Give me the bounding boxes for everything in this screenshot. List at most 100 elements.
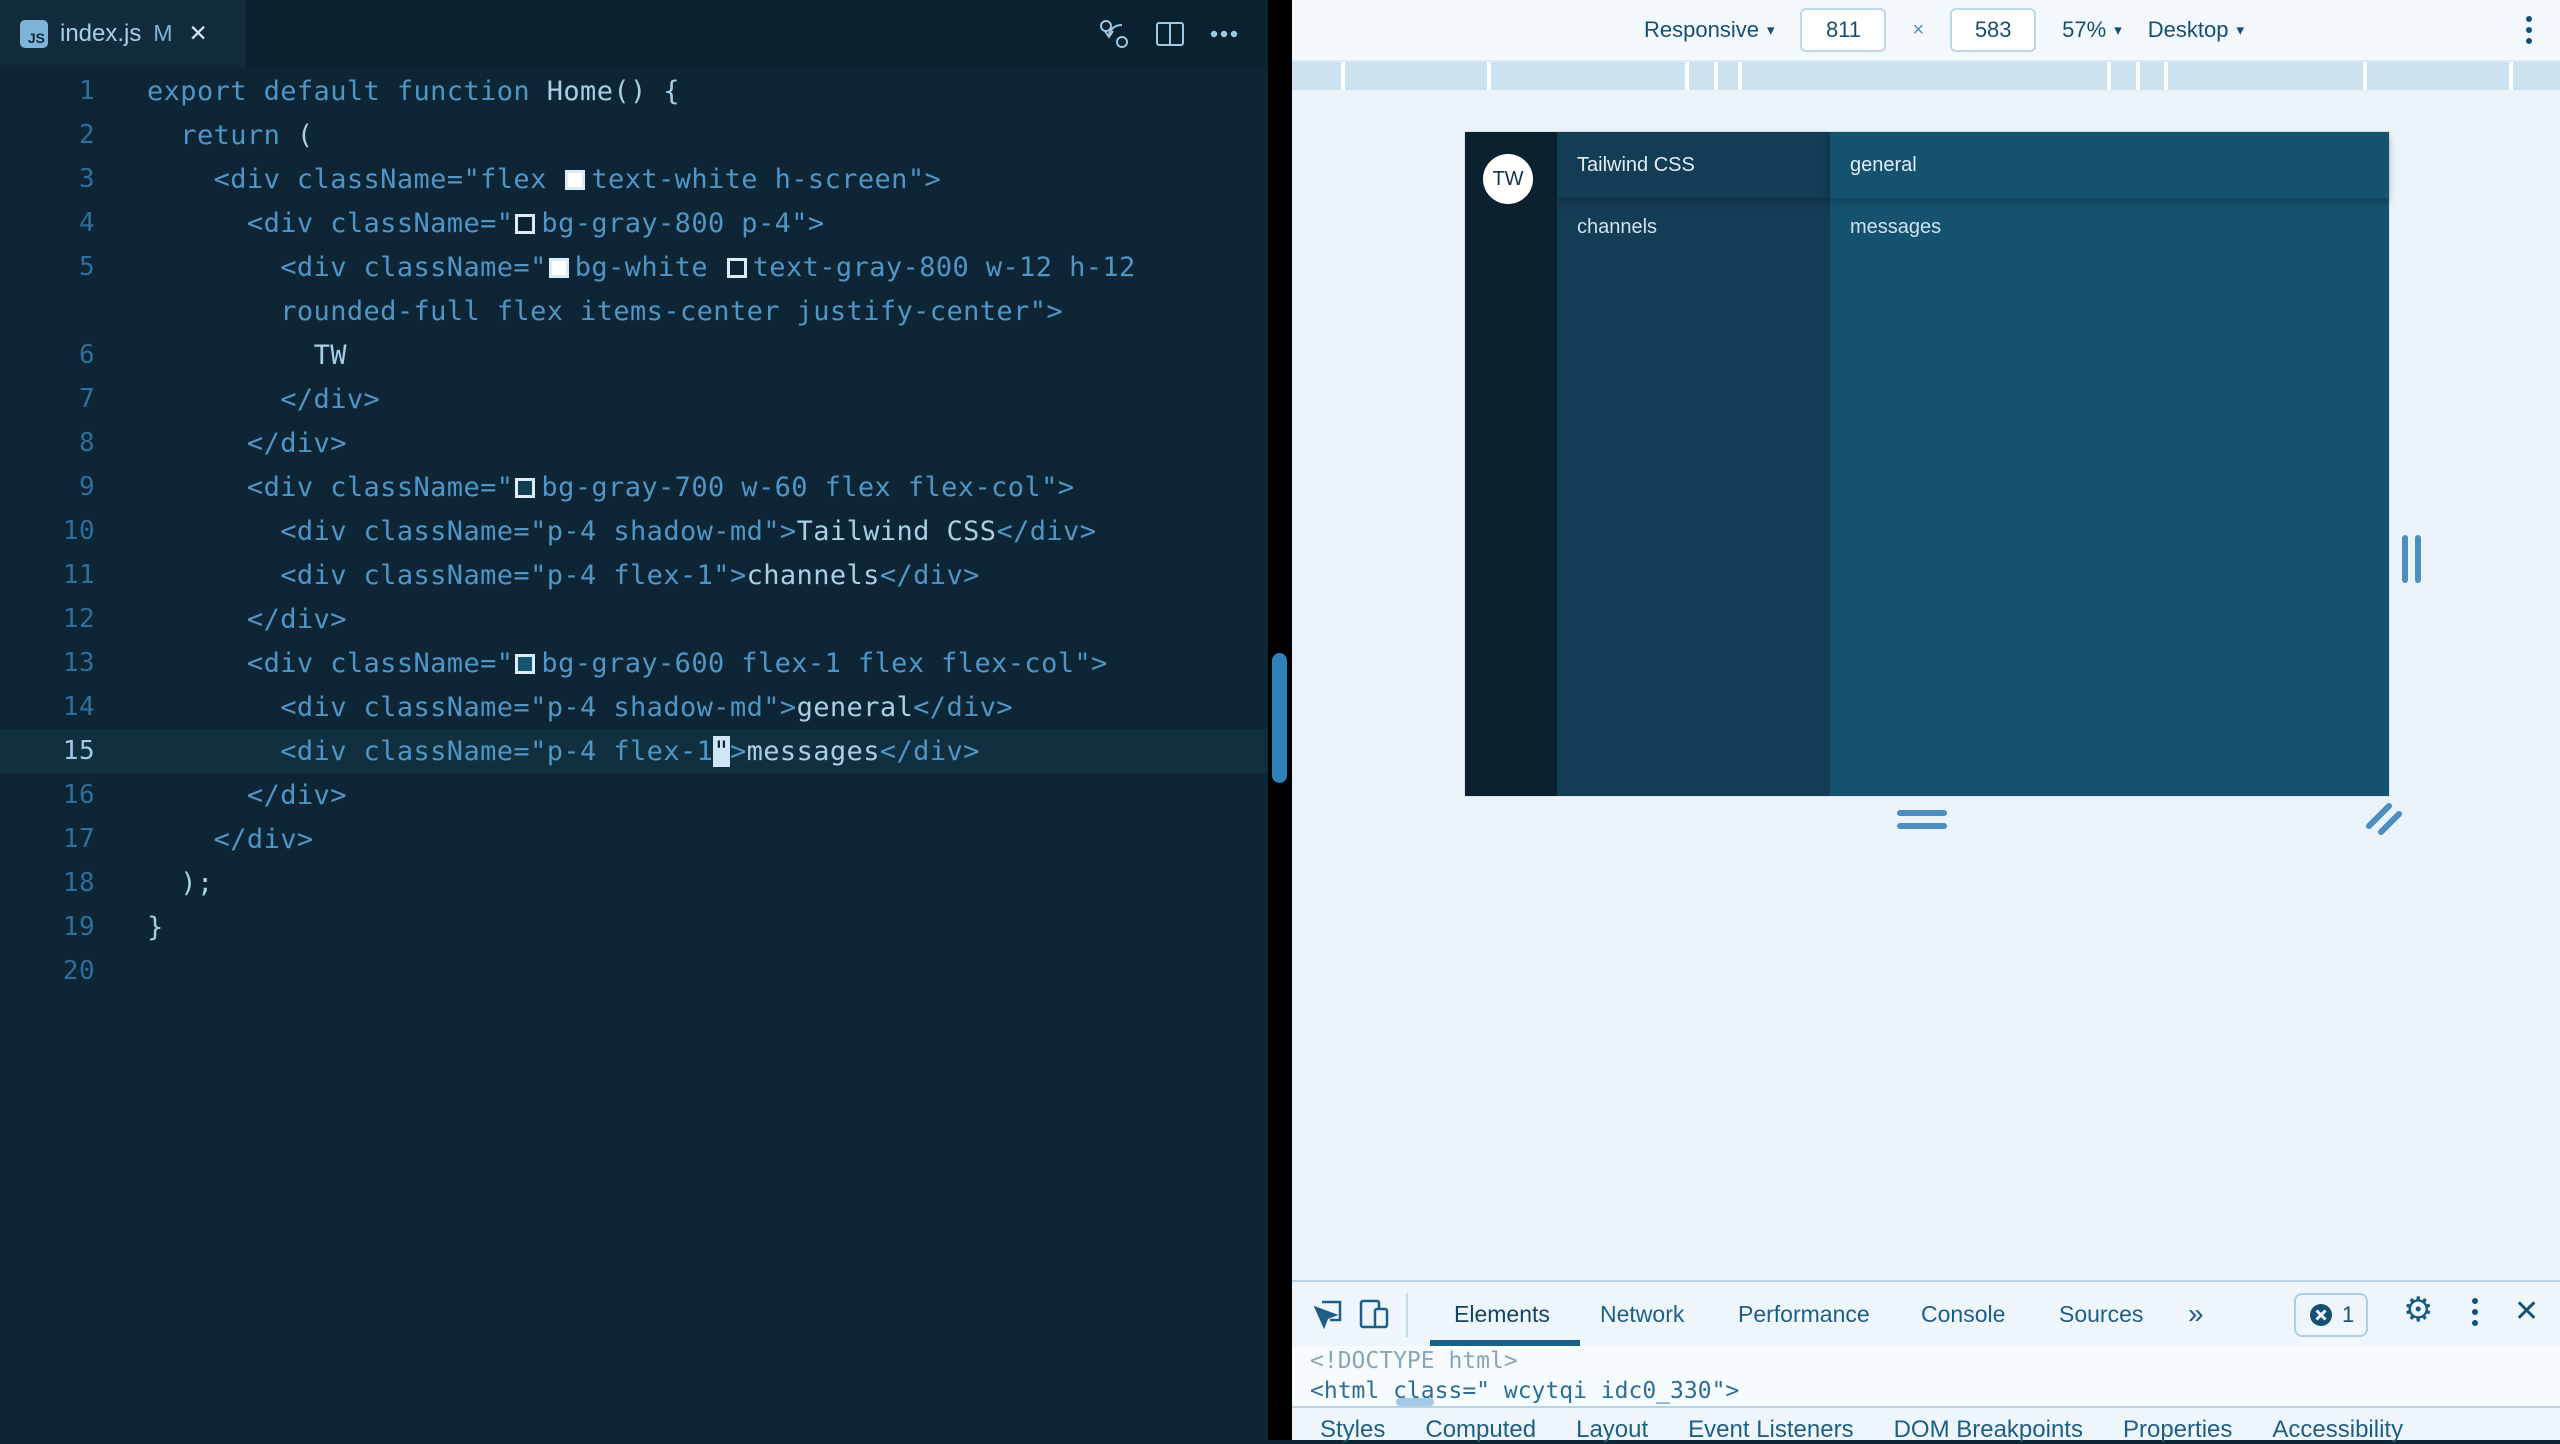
- ruler-gap: [1714, 62, 1718, 90]
- devtools-tab-bar: Elements Network Performance Console Sou…: [1292, 1280, 2560, 1347]
- tab-dom-breakpoints[interactable]: DOM Breakpoints: [1894, 1416, 2083, 1443]
- open-changes-icon[interactable]: [1096, 16, 1132, 52]
- code-text: </div>: [95, 780, 347, 811]
- code-line[interactable]: 3 <div className="flex text-white h-scre…: [0, 157, 1268, 201]
- code-token: <div className=": [147, 251, 547, 283]
- line-number: 1: [78, 76, 95, 106]
- code-text: </div>: [95, 604, 347, 635]
- tab-accessibility[interactable]: Accessibility: [2272, 1416, 2403, 1443]
- code-token: <div className=": [147, 647, 514, 679]
- line-number: 14: [62, 692, 95, 722]
- error-count-badge[interactable]: 1: [2294, 1293, 2369, 1337]
- code-line[interactable]: 17 </div>: [0, 817, 1268, 861]
- code-line[interactable]: 1 export default function Home() {: [0, 69, 1268, 113]
- ruler-gap: [2509, 62, 2513, 90]
- line-number: 7: [78, 384, 95, 414]
- pane-divider: [1268, 0, 1292, 1440]
- tab-performance[interactable]: Performance: [1738, 1282, 1870, 1346]
- page-viewport[interactable]: TW Tailwind CSS channels general message…: [1465, 132, 2389, 796]
- code-token: );: [147, 867, 214, 899]
- zoom-select[interactable]: 57% ▾: [2062, 17, 2122, 43]
- tab-elements[interactable]: Elements: [1454, 1282, 1550, 1346]
- display-mode-label: Desktop: [2147, 17, 2229, 42]
- tab-layout[interactable]: Layout: [1576, 1416, 1648, 1443]
- line-number: 16: [62, 780, 95, 810]
- tab-network[interactable]: Network: [1600, 1282, 1684, 1346]
- code-area[interactable]: 1 export default function Home() {2 retur…: [0, 69, 1268, 993]
- code-line[interactable]: 12 </div>: [0, 597, 1268, 641]
- code-text: <div className=" bg-gray-700 w-60 flex fl…: [95, 472, 1074, 503]
- code-line[interactable]: 9 <div className=" bg-gray-700 w-60 flex …: [0, 465, 1268, 509]
- line-number: 18: [62, 868, 95, 898]
- code-line[interactable]: 15 <div className="p-4 flex-1">messages<…: [0, 729, 1268, 773]
- inspect-element-icon[interactable]: [1310, 1296, 1346, 1332]
- code-line[interactable]: 14 <div className="p-4 shadow-md">genera…: [0, 685, 1268, 729]
- split-editor-icon[interactable]: [1152, 16, 1188, 52]
- code-line[interactable]: 2 return (: [0, 113, 1268, 157]
- color-swatch-icon: [726, 257, 747, 278]
- error-icon: [2310, 1304, 2332, 1326]
- media-query-ruler: [1292, 62, 2560, 90]
- line-number: 15: [62, 736, 95, 766]
- code-line[interactable]: 7 </div>: [0, 377, 1268, 421]
- code-token: <div className=": [147, 207, 514, 239]
- editor-scrollbar-thumb[interactable]: [1272, 653, 1287, 783]
- tab-computed[interactable]: Computed: [1425, 1416, 1536, 1443]
- code-line[interactable]: 19}: [0, 905, 1268, 949]
- horizontal-scrollbar-thumb[interactable]: [1396, 1398, 1434, 1406]
- code-line[interactable]: 6 TW: [0, 333, 1268, 377]
- modified-badge: M: [153, 20, 173, 46]
- code-line[interactable]: 5 <div className=" bg-white text-gray-800…: [0, 245, 1268, 289]
- viewport-height-input[interactable]: [1950, 8, 2037, 52]
- device-type-select[interactable]: Responsive ▾: [1644, 17, 1774, 43]
- code-text: export default function Home() {: [95, 76, 680, 107]
- code-text: <div className="p-4 flex-1">channels</di…: [95, 560, 980, 591]
- tab-styles[interactable]: Styles: [1320, 1416, 1385, 1443]
- tab-sources[interactable]: Sources: [2059, 1282, 2143, 1346]
- device-toolbar-more-icon[interactable]: [2526, 16, 2532, 44]
- code-line[interactable]: 4 <div className=" bg-gray-800 p-4">: [0, 201, 1268, 245]
- tab-properties[interactable]: Properties: [2123, 1416, 2232, 1443]
- code-line[interactable]: 8 </div>: [0, 421, 1268, 465]
- more-actions-icon[interactable]: [1206, 16, 1242, 52]
- display-mode-select[interactable]: Desktop ▾: [2148, 17, 2244, 43]
- code-token: </div>: [879, 735, 980, 767]
- code-token: bg-gray-700 w-60 flex flex-col">: [541, 471, 1075, 503]
- close-tab-icon[interactable]: ✕: [189, 20, 208, 47]
- workspace-avatar: TW: [1483, 154, 1533, 204]
- doctype-node[interactable]: <!DOCTYPE html>: [1292, 1346, 2560, 1376]
- code-text: </div>: [95, 428, 347, 459]
- html-node[interactable]: <html class=" wcytqi idc0_330">: [1292, 1376, 2560, 1406]
- close-devtools-icon[interactable]: ✕: [2514, 1294, 2539, 1329]
- code-token: </div>: [147, 779, 347, 811]
- line-number: 8: [78, 428, 95, 458]
- code-line[interactable]: 10 <div className="p-4 shadow-md">Tailwi…: [0, 509, 1268, 553]
- resize-right-handle[interactable]: [2402, 535, 2421, 583]
- line-number: 5: [78, 252, 95, 282]
- code-line[interactable]: 16 </div>: [0, 773, 1268, 817]
- settings-gear-icon[interactable]: ⚙: [2403, 1290, 2433, 1330]
- code-token: messages: [746, 735, 880, 767]
- resize-corner-handle[interactable]: [2363, 798, 2403, 843]
- toolbar-separator: [1406, 1293, 1408, 1337]
- code-token: </div>: [996, 515, 1097, 547]
- line-number: 6: [78, 340, 95, 370]
- code-line[interactable]: 20: [0, 949, 1268, 993]
- code-line[interactable]: 13 <div className=" bg-gray-600 flex-1 fl…: [0, 641, 1268, 685]
- code-line[interactable]: rounded-full flex items-center justify-c…: [0, 289, 1268, 333]
- tab-console[interactable]: Console: [1921, 1282, 2005, 1346]
- code-token: </div>: [147, 823, 314, 855]
- code-line[interactable]: 11 <div className="p-4 flex-1">channels<…: [0, 553, 1268, 597]
- code-token: Tailwind CSS: [796, 515, 997, 547]
- elements-tree[interactable]: <!DOCTYPE html> <html class=" wcytqi idc…: [1292, 1346, 2560, 1406]
- more-tabs-icon[interactable]: »: [2188, 1282, 2204, 1346]
- styles-sidebar-tabs: Styles Computed Layout Event Listeners D…: [1292, 1406, 2560, 1443]
- resize-bottom-handle[interactable]: [1897, 810, 1947, 829]
- viewport-width-input[interactable]: [1800, 8, 1887, 52]
- code-line[interactable]: 18 );: [0, 861, 1268, 905]
- toggle-device-toolbar-icon[interactable]: [1356, 1296, 1392, 1332]
- tab-index-js[interactable]: JS index.js M ✕: [0, 0, 246, 67]
- tab-event-listeners[interactable]: Event Listeners: [1688, 1416, 1853, 1443]
- devtools-more-icon[interactable]: [2472, 1298, 2478, 1326]
